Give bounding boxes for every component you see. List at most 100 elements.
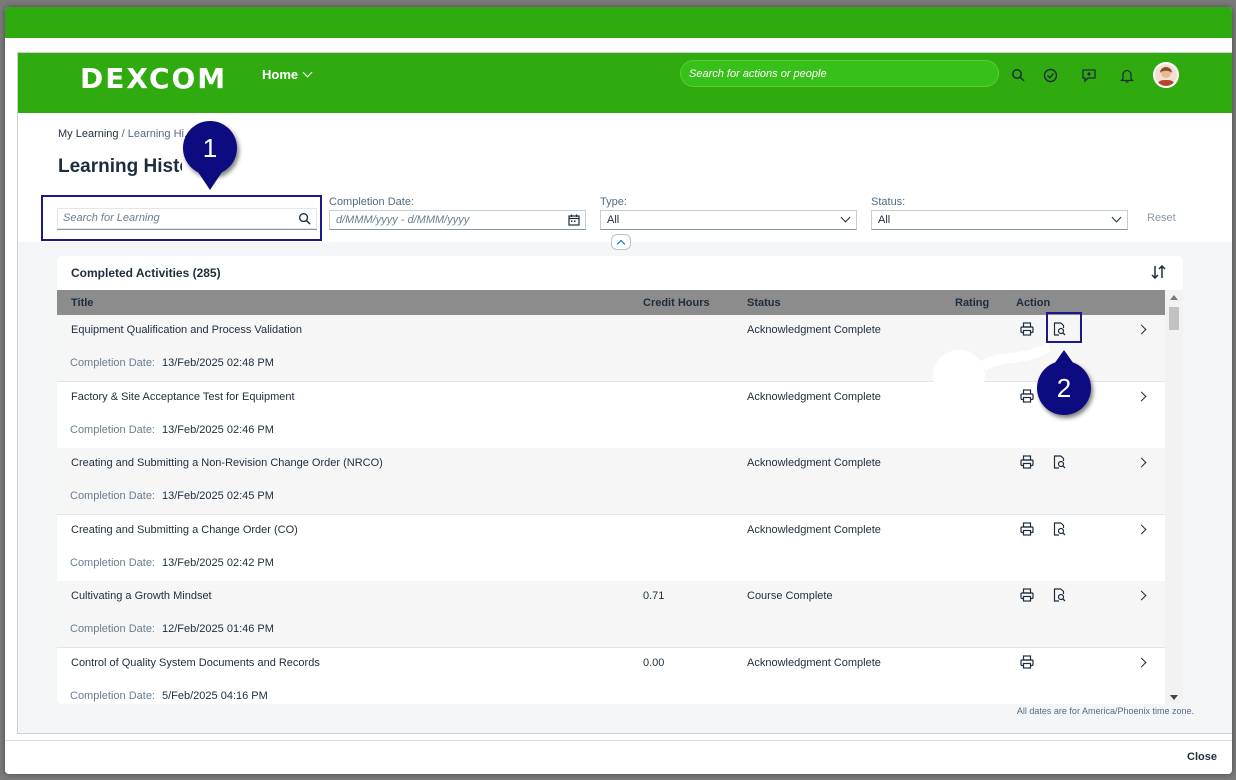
table-scrollbar[interactable] [1165,290,1183,704]
chevron-right-icon[interactable] [1136,391,1147,402]
chevron-up-icon [616,239,626,248]
approvals-check-icon[interactable] [1040,65,1060,85]
column-header-action: Action [1016,297,1051,309]
card-title: Completed Activities (285) [71,266,221,280]
cursor-blur-tail [980,342,1050,370]
global-search-input[interactable]: Search for actions or people [680,60,999,87]
table-row[interactable]: Creating and Submitting a Non-Revision C… [57,448,1165,516]
row-completion-date: 12/Feb/2025 01:46 PM [162,623,274,636]
chevron-down-icon [302,67,313,78]
notifications-bell-icon[interactable] [1117,65,1137,85]
row-status: Acknowledgment Complete [747,390,881,403]
home-menu-button[interactable]: Home [262,67,313,82]
print-icon[interactable] [1020,522,1036,538]
print-icon[interactable] [1020,655,1036,671]
cursor-blur-blob [933,350,985,400]
scroll-up-arrow-icon[interactable] [1170,295,1178,300]
print-icon[interactable] [1020,322,1036,338]
collapse-filters-button[interactable] [611,234,631,250]
row-completion-date: 13/Feb/2025 02:48 PM [162,357,274,369]
search-icon[interactable] [298,212,311,225]
search-icon[interactable] [1008,65,1028,85]
chevron-right-icon[interactable] [1136,524,1147,535]
table-body: Equipment Qualification and Process Vali… [57,315,1165,704]
print-icon[interactable] [1020,455,1036,471]
home-menu-label: Home [262,67,299,82]
status-label: Status: [871,196,906,208]
dexcom-logo: DEXCOM [80,62,228,95]
scrollbar-thumb[interactable] [1169,307,1179,330]
step-marker-1-number: 1 [202,132,218,163]
sort-icon[interactable] [1151,264,1167,284]
status-select[interactable]: All [871,210,1128,230]
row-completion-date-label: Completion Date: [70,357,155,369]
row-title[interactable]: Creating and Submitting a Non-Revision C… [71,457,383,469]
row-title[interactable]: Factory & Site Acceptance Test for Equip… [71,391,295,403]
feedback-chat-icon[interactable] [1079,65,1099,85]
row-status: Course Complete [747,590,833,603]
chevron-down-icon [840,212,851,223]
row-completion-date: 5/Feb/2025 04:16 PM [162,690,268,702]
row-credit-hours: 0.71 [643,590,665,603]
user-avatar[interactable] [1153,62,1179,88]
view-document-icon[interactable] [1052,522,1068,538]
date-range-placeholder: d/MMM/yyyy - d/MMM/yyyy [336,214,470,226]
view-document-icon[interactable] [1052,455,1068,471]
timezone-note: All dates are for America/Phoenix time z… [1016,706,1194,716]
row-title[interactable]: Equipment Qualification and Process Vali… [71,324,302,336]
table-header: Title Credit Hours Status Rating Action [57,290,1165,315]
step-marker-2: 2 [1037,361,1091,415]
row-completion-date-label: Completion Date: [70,423,155,436]
view-document-icon[interactable] [1052,322,1068,338]
chevron-down-icon [1111,212,1122,223]
dialog-header-bar [5,7,1232,38]
close-button[interactable]: Close [1187,751,1217,763]
completed-activities-card: Completed Activities (285) Title Credit … [57,256,1183,704]
breadcrumb-my-learning[interactable]: My Learning [58,128,119,140]
table-row[interactable]: Factory & Site Acceptance Test for Equip… [57,381,1165,449]
completion-date-range-input[interactable]: d/MMM/yyyy - d/MMM/yyyy [329,210,586,230]
type-select-value: All [607,214,620,226]
row-credit-hours: 0.00 [643,657,665,669]
breadcrumb-current: Learning Hi... [127,128,194,140]
shell-bar: DEXCOM Home Search for actions or people [18,53,1232,113]
column-header-title: Title [71,297,94,309]
marker-1-pointer [194,166,226,190]
search-learning-placeholder: Search for Learning [63,212,160,224]
table-row[interactable]: Cultivating a Growth Mindset 0.71 Course C… [57,581,1165,649]
row-title[interactable]: Cultivating a Growth Mindset [71,590,212,602]
content-area: Completed Activities (285) Title Credit … [18,242,1232,733]
row-completion-date: 13/Feb/2025 02:46 PM [162,423,274,436]
status-select-value: All [878,214,891,226]
row-status: Acknowledgment Complete [747,457,881,470]
chevron-right-icon[interactable] [1136,590,1147,601]
calendar-icon[interactable] [568,214,580,226]
row-title[interactable]: Creating and Submitting a Change Order (… [71,524,298,536]
search-learning-input[interactable]: Search for Learning [57,208,317,230]
row-status: Acknowledgment Complete [747,324,881,336]
print-icon[interactable] [1020,588,1036,604]
page-title: Learning History [58,156,182,177]
row-completion-date-label: Completion Date: [70,556,155,569]
row-status: Acknowledgment Complete [747,657,881,669]
column-header-rating: Rating [955,297,990,309]
row-title[interactable]: Control of Quality System Documents and … [71,657,320,669]
table-row[interactable]: Control of Quality System Documents and … [57,648,1165,704]
view-document-icon[interactable] [1052,588,1068,604]
chevron-right-icon[interactable] [1136,324,1147,335]
dialog-footer: Close [5,740,1232,774]
print-icon[interactable] [1020,388,1036,405]
column-header-status: Status [747,297,781,309]
row-completion-date: 13/Feb/2025 02:45 PM [162,490,274,503]
table-row[interactable]: Creating and Submitting a Change Order (… [57,514,1165,582]
reset-button[interactable]: Reset [1147,212,1176,224]
completion-date-label: Completion Date: [329,196,414,208]
type-select[interactable]: All [600,210,857,230]
row-completion-date-label: Completion Date: [70,690,155,702]
chevron-right-icon[interactable] [1136,657,1147,668]
row-status: Acknowledgment Complete [747,523,881,536]
step-marker-2-number: 2 [1056,372,1072,403]
row-completion-date-label: Completion Date: [70,623,155,636]
scroll-down-arrow-icon[interactable] [1170,695,1178,700]
chevron-right-icon[interactable] [1136,457,1147,468]
